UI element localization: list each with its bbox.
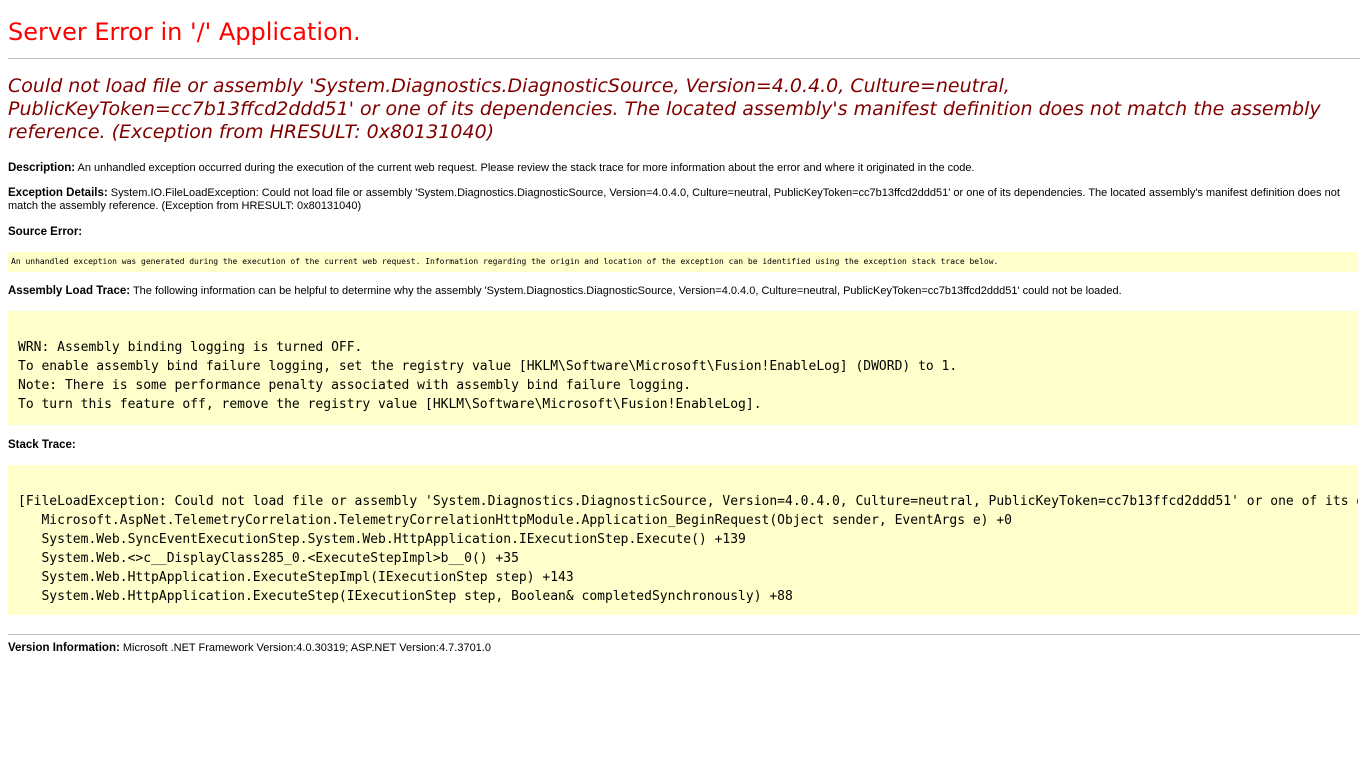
top-divider xyxy=(8,58,1360,59)
description-section: Description: An unhandled exception occu… xyxy=(8,162,1358,175)
version-information-label: Version Information: xyxy=(8,642,120,654)
description-label: Description: xyxy=(8,162,76,174)
assembly-load-trace-text: The following information can be helpful… xyxy=(132,285,1122,297)
stack-trace-label: Stack Trace: xyxy=(8,439,76,451)
version-information-text: Microsoft .NET Framework Version:4.0.303… xyxy=(122,642,491,654)
assembly-load-trace-section: Assembly Load Trace: The following infor… xyxy=(8,285,1358,298)
exception-details-section: Exception Details: System.IO.FileLoadExc… xyxy=(8,187,1348,213)
assembly-load-trace-label: Assembly Load Trace: xyxy=(8,285,131,297)
source-error-label: Source Error: xyxy=(8,226,83,238)
error-page: Server Error in '/' Application. Could n… xyxy=(0,0,1366,655)
description-text: An unhandled exception occurred during t… xyxy=(77,162,975,174)
exception-details-text: System.IO.FileLoadException: Could not l… xyxy=(8,187,1340,212)
error-heading: Could not load file or assembly 'System.… xyxy=(8,75,1321,143)
version-information-section: Version Information: Microsoft .NET Fram… xyxy=(8,642,1358,655)
assembly-log-box: WRN: Assembly binding logging is turned … xyxy=(8,311,1358,425)
source-error-box: An unhandled exception was generated dur… xyxy=(8,252,1358,272)
stack-trace-box: [FileLoadException: Could not load file … xyxy=(8,465,1358,615)
page-title: Server Error in '/' Application. xyxy=(8,18,361,46)
bottom-divider xyxy=(8,634,1360,635)
exception-details-label: Exception Details: xyxy=(8,187,108,199)
